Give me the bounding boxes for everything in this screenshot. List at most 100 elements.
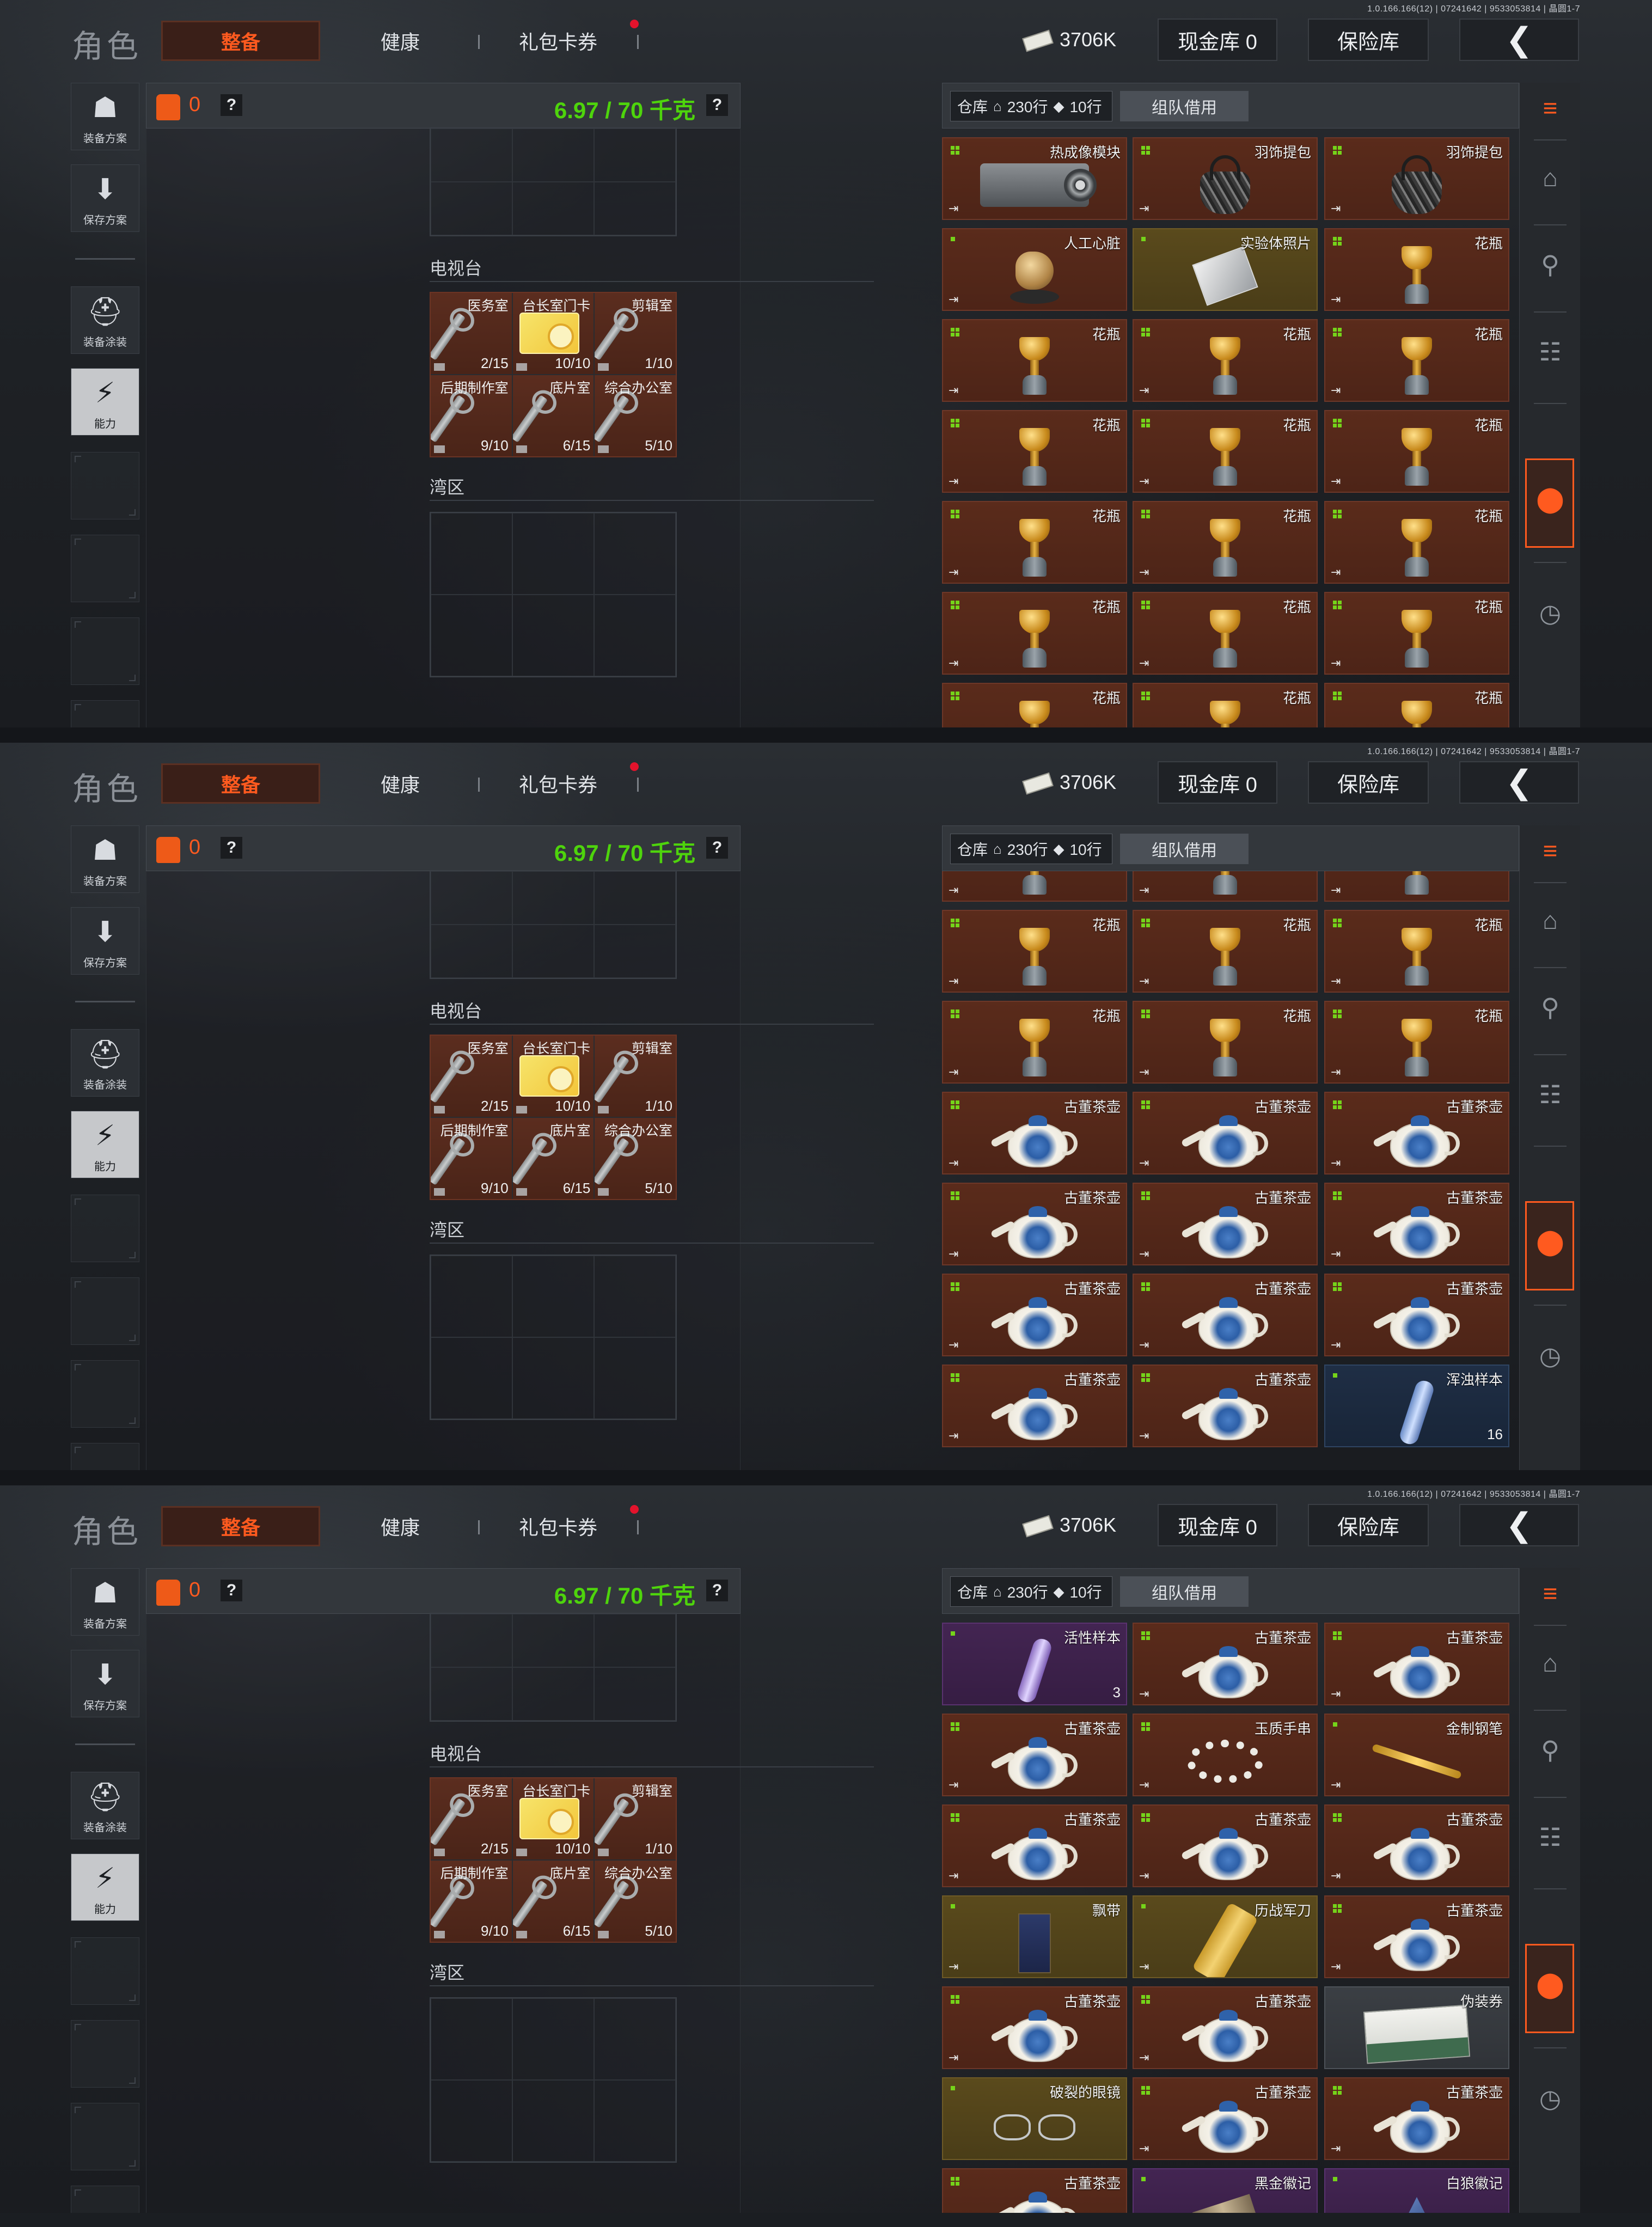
warehouse-item[interactable]: 飘带 ⇥	[942, 1895, 1127, 1978]
key-item[interactable]: 医务室 2/15	[431, 293, 512, 374]
warehouse-item[interactable]: 活性样本 3	[942, 1623, 1127, 1705]
warehouse-item[interactable]: 花瓶⇥	[1133, 410, 1318, 493]
cash-icon[interactable]: ☷	[1532, 1819, 1569, 1856]
warehouse-item[interactable]: 古董茶壶⇥	[942, 2168, 1127, 2213]
warehouse-item[interactable]: 古董茶壶⇥	[1133, 1986, 1318, 2069]
sidebar-vest[interactable]: ☗ 装备方案	[71, 1568, 139, 1636]
warehouse-item[interactable]: 古董茶壶⇥	[1133, 1365, 1318, 1447]
warehouse-item[interactable]: 花瓶⇥	[942, 592, 1127, 675]
team-borrow-button[interactable]: 组队借用	[1120, 1576, 1249, 1607]
warehouse-item[interactable]: 古董茶壶⇥	[942, 1804, 1127, 1887]
cash-icon[interactable]: ☷	[1532, 333, 1569, 370]
key-item[interactable]: 医务室 2/15	[431, 1778, 512, 1859]
help-button[interactable]: ?	[221, 1580, 242, 1601]
warehouse-sort-icon[interactable]: ≡	[1532, 89, 1569, 126]
cash-vault-button[interactable]: 现金库 0	[1158, 761, 1277, 804]
warehouse-item[interactable]: 古董茶壶⇥	[1133, 1804, 1318, 1887]
tab-loadout[interactable]: 整备	[161, 21, 320, 61]
sidebar-download[interactable]: ⬇ 保存方案	[71, 1650, 139, 1717]
warehouse-item[interactable]: 花瓶⇥	[1324, 228, 1509, 311]
key-icon[interactable]: ⚲	[1532, 246, 1569, 283]
warehouse-item[interactable]: 花瓶⇥	[942, 501, 1127, 584]
sidebar-helmet[interactable]: ⛑ 装备涂装	[71, 1772, 139, 1839]
key-item[interactable]: 底片室 6/15	[512, 1861, 594, 1942]
key-icon[interactable]: ⚲	[1532, 1732, 1569, 1769]
warehouse-item[interactable]: 破裂的眼镜	[942, 2077, 1127, 2160]
back-button[interactable]: ❮	[1459, 761, 1579, 804]
warehouse-item[interactable]: 古董茶壶⇥	[942, 1365, 1127, 1447]
warehouse-item[interactable]: 花瓶⇥	[1324, 683, 1509, 727]
home-icon[interactable]: ⌂	[1532, 159, 1569, 196]
key-item[interactable]: 综合办公室 5/10	[595, 375, 676, 456]
warehouse-item[interactable]: 羽饰提包 ⇥	[1133, 137, 1318, 220]
sidebar-download[interactable]: ⬇ 保存方案	[71, 907, 139, 975]
warehouse-item[interactable]: 羽饰提包 ⇥	[1324, 137, 1509, 220]
warehouse-item[interactable]: 花瓶⇥	[1324, 1001, 1509, 1084]
warehouse-item[interactable]: 伪装券	[1324, 1986, 1509, 2069]
loot-icon[interactable]: ⬤	[1532, 1966, 1569, 2003]
weight-help-button[interactable]: ?	[706, 837, 728, 859]
warehouse-item[interactable]: 古董茶壶⇥	[1324, 1804, 1509, 1887]
warehouse-item[interactable]: ⇥	[1133, 871, 1318, 902]
tab-loadout[interactable]: 整备	[161, 1506, 320, 1546]
clock-icon[interactable]: ◷	[1532, 1337, 1569, 1374]
key-item[interactable]: 后期制作室 9/10	[431, 1118, 512, 1199]
warehouse-item[interactable]: 花瓶⇥	[942, 910, 1127, 993]
warehouse-item[interactable]: 古董茶壶⇥	[1133, 1274, 1318, 1356]
help-button[interactable]: ?	[221, 94, 242, 116]
tab-health[interactable]: 健康	[348, 1506, 452, 1546]
warehouse-item[interactable]: 浑浊样本 16	[1324, 1365, 1509, 1447]
clock-icon[interactable]: ◷	[1532, 2080, 1569, 2117]
tab-gift-coupons[interactable]: 礼包卡券	[501, 763, 615, 804]
tab-gift-coupons[interactable]: 礼包卡券	[501, 1506, 615, 1546]
loot-icon[interactable]: ⬤	[1532, 480, 1569, 517]
sidebar-ability[interactable]: ⚡ 能力	[71, 368, 139, 436]
warehouse-sort-icon[interactable]: ≡	[1532, 1575, 1569, 1612]
warehouse-sort-icon[interactable]: ≡	[1532, 832, 1569, 869]
warehouse-item[interactable]: 古董茶壶⇥	[1133, 1092, 1318, 1174]
safe-button[interactable]: 保险库	[1308, 19, 1429, 61]
key-item[interactable]: 底片室 6/15	[512, 375, 594, 456]
warehouse-item[interactable]: 古董茶壶⇥	[1133, 1623, 1318, 1705]
warehouse-item[interactable]: 古董茶壶⇥	[1324, 1092, 1509, 1174]
sidebar-ability[interactable]: ⚡ 能力	[71, 1111, 139, 1178]
warehouse-item[interactable]: 花瓶⇥	[942, 410, 1127, 493]
warehouse-item[interactable]: 历战军刀 ⇥	[1133, 1895, 1318, 1978]
warehouse-item[interactable]: 热成像模块 ⇥	[942, 137, 1127, 220]
warehouse-item[interactable]: 花瓶⇥	[1324, 410, 1509, 493]
warehouse-item[interactable]: 黑金徽记	[1133, 2168, 1318, 2213]
key-item[interactable]: 综合办公室 5/10	[595, 1118, 676, 1199]
key-item[interactable]: 后期制作室 9/10	[431, 1861, 512, 1942]
warehouse-item[interactable]: 古董茶壶⇥	[1133, 2077, 1318, 2160]
safe-button[interactable]: 保险库	[1308, 761, 1429, 804]
key-item[interactable]: 台长室门卡 10/10	[512, 293, 594, 374]
back-button[interactable]: ❮	[1459, 19, 1579, 61]
warehouse-item[interactable]: 古董茶壶⇥	[1324, 1183, 1509, 1265]
warehouse-item[interactable]: 实验体照片	[1133, 228, 1318, 311]
warehouse-item[interactable]: 花瓶⇥	[942, 319, 1127, 402]
key-item[interactable]: 后期制作室 9/10	[431, 375, 512, 456]
clock-icon[interactable]: ◷	[1532, 595, 1569, 632]
sidebar-ability[interactable]: ⚡ 能力	[71, 1853, 139, 1921]
warehouse-item[interactable]: 古董茶壶⇥	[942, 1183, 1127, 1265]
warehouse-item[interactable]: 花瓶⇥	[1324, 592, 1509, 675]
cash-vault-button[interactable]: 现金库 0	[1158, 19, 1277, 61]
warehouse-item[interactable]: 古董茶壶⇥	[942, 1274, 1127, 1356]
tab-health[interactable]: 健康	[348, 763, 452, 804]
warehouse-item[interactable]: 古董茶壶⇥	[1324, 1274, 1509, 1356]
help-button[interactable]: ?	[221, 837, 242, 859]
warehouse-item[interactable]: 金制钢笔 ⇥	[1324, 1714, 1509, 1796]
safe-button[interactable]: 保险库	[1308, 1504, 1429, 1546]
loot-icon[interactable]: ⬤	[1532, 1223, 1569, 1260]
home-icon[interactable]: ⌂	[1532, 902, 1569, 939]
sidebar-helmet[interactable]: ⛑ 装备涂装	[71, 1029, 139, 1097]
warehouse-item[interactable]: 花瓶⇥	[1133, 910, 1318, 993]
warehouse-item[interactable]: 玉质手串 ⇥	[1133, 1714, 1318, 1796]
warehouse-item[interactable]: 花瓶⇥	[1133, 683, 1318, 727]
weight-help-button[interactable]: ?	[706, 94, 728, 116]
warehouse-item[interactable]: 花瓶⇥	[1324, 319, 1509, 402]
key-item[interactable]: 剪辑室 1/10	[595, 1778, 676, 1859]
key-item[interactable]: 综合办公室 5/10	[595, 1861, 676, 1942]
warehouse-selector[interactable]: 仓库 ⌂ 230行 ◆ 10行	[950, 91, 1112, 121]
warehouse-item[interactable]: 古董茶壶⇥	[1324, 2077, 1509, 2160]
